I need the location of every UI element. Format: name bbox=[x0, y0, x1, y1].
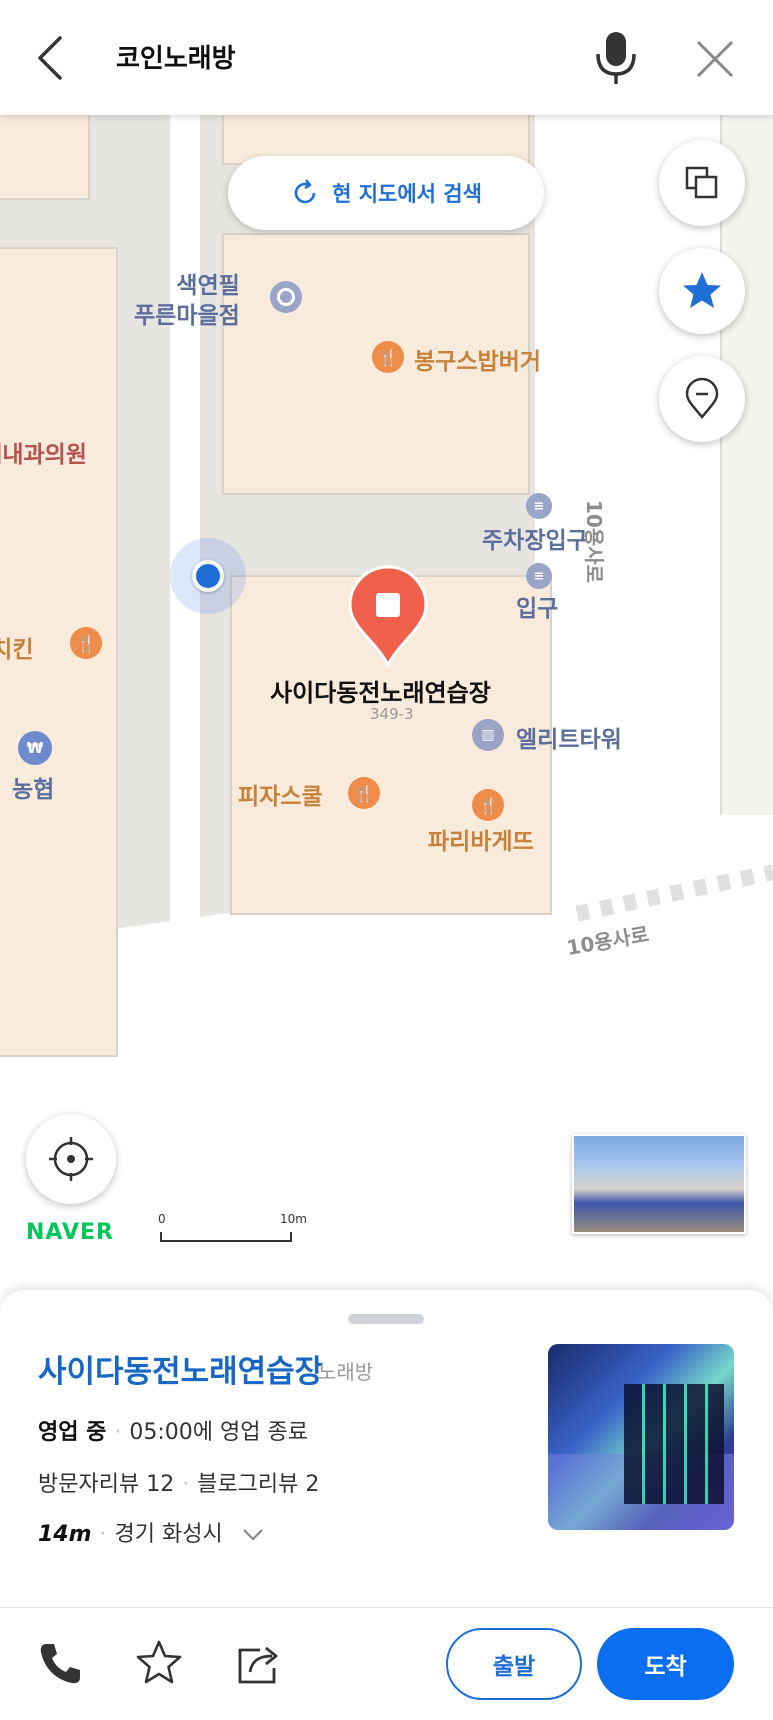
place-marker-icon[interactable] bbox=[346, 565, 430, 669]
search-this-area-button[interactable]: 현 지도에서 검색 bbox=[228, 156, 544, 230]
poi-label[interactable]: 피자스쿨 bbox=[238, 777, 323, 811]
star-outline-icon[interactable] bbox=[134, 1638, 184, 1688]
place-marker-button[interactable] bbox=[659, 356, 745, 442]
map-building bbox=[0, 115, 90, 200]
street-view-thumbnail[interactable] bbox=[572, 1134, 746, 1234]
microphone-icon[interactable] bbox=[592, 28, 640, 88]
poi-label[interactable]: 봉구스밥버거 bbox=[414, 342, 541, 376]
action-bar: 출발 도착 bbox=[0, 1607, 773, 1720]
location-pin-icon bbox=[685, 377, 719, 420]
bank-icon[interactable]: ₩ bbox=[18, 731, 52, 765]
poi-label[interactable]: 엘리트타워 bbox=[516, 720, 622, 754]
map-view[interactable]: 색연필 푸른마을점 🍴 봉구스밥버거 연세내과의원 ≡ 주차장입구 ≡ 입구 스… bbox=[0, 115, 773, 1290]
place-info-sheet[interactable]: 사이다동전노래연습장 노래방 영업 중 · 05:00에 영업 종료 방문자리뷰 1… bbox=[0, 1290, 773, 1620]
business-hours-row[interactable]: 영업 중 · 05:00에 영업 종료 bbox=[38, 1414, 308, 1446]
poi-label[interactable]: 파리바게뜨 bbox=[428, 822, 534, 856]
my-location-button[interactable] bbox=[26, 1114, 116, 1204]
restaurant-icon[interactable]: 🍴 bbox=[472, 789, 504, 821]
current-location-dot-icon[interactable] bbox=[192, 560, 224, 592]
parking-entrance-icon[interactable]: ≡ bbox=[526, 493, 552, 519]
back-arrow-icon[interactable] bbox=[28, 30, 78, 86]
building-icon[interactable]: ▥ bbox=[472, 719, 504, 751]
review-counts-row[interactable]: 방문자리뷰 12 · 블로그리뷰 2 bbox=[38, 1466, 319, 1498]
visitor-reviews[interactable]: 방문자리뷰 12 bbox=[38, 1472, 174, 1497]
favorites-button[interactable] bbox=[659, 248, 745, 334]
distance: 14m bbox=[38, 1522, 92, 1547]
poi-label[interactable]: 주차장입구 bbox=[482, 521, 588, 555]
star-icon bbox=[683, 272, 721, 308]
blog-reviews[interactable]: 블로그리뷰 2 bbox=[197, 1472, 319, 1497]
place-photo[interactable] bbox=[548, 1344, 734, 1530]
poi-label[interactable]: 입구 bbox=[516, 589, 558, 623]
search-query-text[interactable]: 코인노래방 bbox=[116, 38, 236, 75]
crosshair-icon bbox=[49, 1137, 93, 1181]
restaurant-icon[interactable]: 🍴 bbox=[70, 627, 102, 659]
road-name-label: 10용사로 bbox=[582, 500, 606, 584]
share-icon[interactable] bbox=[234, 1638, 284, 1688]
poi-label[interactable]: 연세내과의원 bbox=[0, 435, 87, 469]
refresh-icon bbox=[294, 179, 316, 204]
chevron-down-icon[interactable] bbox=[240, 1526, 266, 1544]
location: 경기 화성시 bbox=[114, 1522, 223, 1547]
scale-end-label: 10m bbox=[280, 1212, 307, 1226]
poi-label[interactable]: 스치킨 bbox=[0, 630, 33, 664]
photo-booths bbox=[624, 1384, 724, 1504]
phone-icon[interactable] bbox=[36, 1640, 84, 1688]
poi-label[interactable]: 색연필 푸른마을점 bbox=[134, 271, 240, 331]
search-bar: 코인노래방 bbox=[0, 0, 773, 115]
closing-time: 05:00에 영업 종료 bbox=[129, 1420, 308, 1445]
layers-icon bbox=[685, 166, 718, 199]
restaurant-icon[interactable]: 🍴 bbox=[348, 777, 380, 809]
place-name[interactable]: 사이다동전노래연습장 bbox=[38, 1346, 323, 1391]
sheet-drag-handle[interactable] bbox=[348, 1314, 424, 1324]
close-icon[interactable] bbox=[690, 34, 740, 84]
separator-dot: · bbox=[99, 1522, 107, 1547]
set-destination-button[interactable]: 도착 bbox=[597, 1628, 734, 1700]
map-road-edge bbox=[720, 115, 773, 815]
naver-logo: NAVER bbox=[26, 1220, 114, 1245]
open-status: 영업 중 bbox=[38, 1420, 107, 1445]
scale-line bbox=[160, 1232, 292, 1242]
separator-dot: · bbox=[114, 1420, 122, 1445]
distance-location-row[interactable]: 14m · 경기 화성시 bbox=[38, 1516, 266, 1548]
separator-dot: · bbox=[182, 1472, 190, 1497]
set-departure-button[interactable]: 출발 bbox=[446, 1628, 582, 1700]
entrance-icon[interactable]: ≡ bbox=[526, 563, 552, 589]
place-category: 노래방 bbox=[318, 1360, 374, 1384]
poi-label[interactable]: 농협 bbox=[12, 770, 54, 804]
map-layers-button[interactable] bbox=[659, 140, 745, 226]
scale-start-label: 0 bbox=[158, 1212, 166, 1226]
selected-place-label[interactable]: 사이다동전노래연습장 bbox=[270, 673, 491, 708]
poi-dot-icon[interactable] bbox=[270, 281, 302, 313]
restaurant-icon[interactable]: 🍴 bbox=[372, 341, 404, 373]
search-this-area-label: 현 지도에서 검색 bbox=[332, 182, 482, 206]
